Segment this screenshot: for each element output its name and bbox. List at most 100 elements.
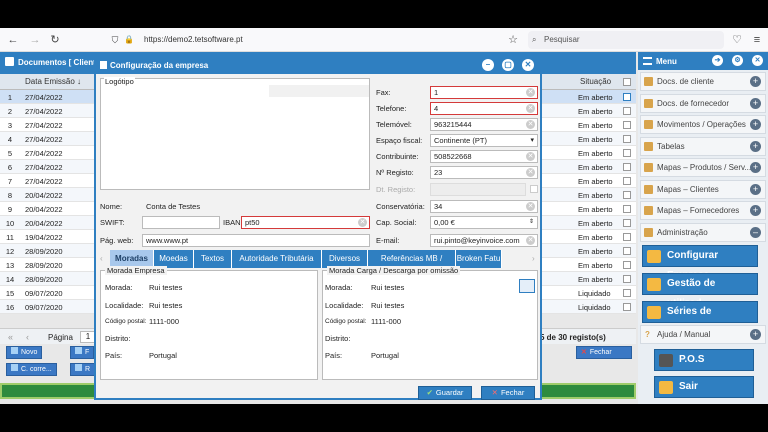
iban-field[interactable]: pt50 ✕ <box>241 216 370 229</box>
document-series-button[interactable]: Séries de Docume... <box>642 301 758 337</box>
addr2-morada-value[interactable]: Rui testes <box>371 283 404 292</box>
lock-icon[interactable]: 🔒 <box>122 33 136 47</box>
menu-item[interactable]: Docs. de cliente + <box>640 72 766 91</box>
row-checkbox[interactable] <box>623 149 631 157</box>
browser-search-input[interactable]: ⌕ Pesquisar <box>528 31 724 49</box>
row-checkbox[interactable] <box>623 303 631 311</box>
tab-3[interactable]: Autoridade Tributária <box>232 250 322 268</box>
row-checkbox[interactable] <box>623 163 631 171</box>
clear-fax-icon[interactable]: ✕ <box>526 88 535 97</box>
menu-item[interactable]: Movimentos / Operações + <box>640 115 766 134</box>
configure-company-button[interactable]: Configurar Empresa <box>642 245 758 281</box>
reg-field[interactable]: 23 ✕ <box>430 166 538 179</box>
select-all-checkbox[interactable] <box>623 78 631 86</box>
tab-2[interactable]: Textos <box>194 250 232 268</box>
r-icon <box>75 364 82 371</box>
exit-button[interactable]: Sair <box>654 376 754 398</box>
web-field[interactable]: www.www.pt <box>142 234 370 247</box>
swift-field[interactable] <box>142 216 220 229</box>
row-status: Em aberto <box>578 205 613 214</box>
mobile-field[interactable]: 963215444 ✕ <box>430 118 538 131</box>
menu-item[interactable]: Administração – <box>640 222 766 242</box>
row-checkbox[interactable] <box>623 177 631 185</box>
spinner-icon[interactable]: ⇕ <box>529 217 534 228</box>
addr1-local-value[interactable]: Rui testes <box>149 301 182 310</box>
taxpayer-field[interactable]: 508522668 ✕ <box>430 150 538 163</box>
menu-item[interactable]: Tabelas + <box>640 136 766 156</box>
clear-email-icon[interactable]: ✕ <box>526 236 535 245</box>
dialog-close-icon[interactable]: ✕ <box>522 59 534 71</box>
menu-item[interactable]: Mapas – Clientes + <box>640 179 766 199</box>
menu-item[interactable]: Docs. de fornecedor + <box>640 93 766 113</box>
shield-icon[interactable]: ⛉ <box>108 33 122 47</box>
row-checkbox[interactable] <box>623 121 631 129</box>
regdate-checkbox[interactable] <box>530 185 538 193</box>
tabs-prev-icon[interactable]: ‹ <box>100 254 103 263</box>
clear-mobile-icon[interactable]: ✕ <box>526 120 535 129</box>
col-date[interactable]: Data Emissão ↓ <box>25 77 81 86</box>
clear-reg-icon[interactable]: ✕ <box>526 168 535 177</box>
col-status[interactable]: Situação <box>580 77 611 86</box>
save-button[interactable]: ✔ Guardar <box>418 386 472 400</box>
row-checkbox[interactable] <box>623 219 631 227</box>
row-status: Em aberto <box>578 247 613 256</box>
menu-item-help[interactable]: ? Ajuda / Manual + <box>640 325 766 344</box>
tel-field[interactable]: 4 ✕ <box>430 102 538 115</box>
capital-field[interactable]: 0,00 € ⇕ <box>430 216 538 229</box>
row-checkbox[interactable] <box>623 205 631 213</box>
menu-close-icon[interactable]: ✕ <box>752 55 763 66</box>
f-button[interactable]: F <box>70 346 95 359</box>
fax-field[interactable]: 1 ✕ <box>430 86 538 99</box>
correct-button[interactable]: C. corre... <box>6 363 57 376</box>
logo-box[interactable]: Logótipo <box>100 77 370 190</box>
menu-item[interactable]: Mapas – Fornecedores + <box>640 201 766 220</box>
tabs-next-icon[interactable]: › <box>532 254 535 263</box>
row-checkbox[interactable] <box>623 247 631 255</box>
reload-icon[interactable]: ↻ <box>48 33 62 47</box>
row-checkbox[interactable] <box>623 135 631 143</box>
row-checkbox[interactable] <box>623 233 631 241</box>
first-page-icon[interactable]: « <box>8 332 13 342</box>
addr2-local-value[interactable]: Rui testes <box>371 301 404 310</box>
url-bar[interactable]: https://demo2.tetsoftware.pt <box>144 32 536 48</box>
user-management-button[interactable]: Gestão de utilizad... <box>642 273 758 309</box>
addr1-pais-value[interactable]: Portugal <box>149 351 177 360</box>
menu-settings-icon[interactable]: ⚙ <box>732 55 743 66</box>
clear-tel-icon[interactable]: ✕ <box>526 104 535 113</box>
addr2-cp-value[interactable]: 1111-000 <box>371 317 401 326</box>
forward-icon[interactable]: → <box>28 33 42 47</box>
addr1-cp-value[interactable]: 1111-000 <box>149 317 179 326</box>
conserv-field[interactable]: 34 ✕ <box>430 200 538 213</box>
back-icon[interactable]: ← <box>6 33 20 47</box>
row-checkbox[interactable] <box>623 93 631 101</box>
menu-item[interactable]: Mapas – Produtos / Serv... + <box>640 158 766 177</box>
fiscal-select[interactable]: Continente (PT) ▾ <box>430 134 538 147</box>
clear-taxpayer-icon[interactable]: ✕ <box>526 152 535 161</box>
tab-6[interactable]: Broken Fatu <box>456 250 502 268</box>
row-checkbox[interactable] <box>623 107 631 115</box>
clear-iban-icon[interactable]: ✕ <box>358 218 367 227</box>
addr1-morada-value[interactable]: Rui testes <box>149 283 182 292</box>
name-field[interactable]: Conta de Testes <box>142 200 370 213</box>
row-checkbox[interactable] <box>623 289 631 297</box>
menu-forward-icon[interactable]: ➔ <box>712 55 723 66</box>
clear-conserv-icon[interactable]: ✕ <box>526 202 535 211</box>
email-field[interactable]: rui.pinto@keyinvoice.com ✕ <box>430 234 538 247</box>
row-checkbox[interactable] <box>623 275 631 283</box>
regdate-field[interactable] <box>430 183 526 196</box>
row-checkbox[interactable] <box>623 261 631 269</box>
copy-address-icon[interactable] <box>519 279 535 293</box>
new-button[interactable]: Novo <box>6 346 43 359</box>
dialog-minimize-icon[interactable]: – <box>482 59 494 71</box>
r-button[interactable]: R <box>70 363 96 376</box>
pos-button[interactable]: P.O.S <box>654 349 754 371</box>
row-checkbox[interactable] <box>623 191 631 199</box>
dialog-close-button[interactable]: ✕ Fechar <box>481 386 535 400</box>
bookmark-star-icon[interactable]: ☆ <box>506 33 520 47</box>
app-menu-icon[interactable]: ≡ <box>750 33 764 47</box>
prev-page-icon[interactable]: ‹ <box>26 332 29 342</box>
documents-close-button[interactable]: ✕ Fechar <box>576 346 632 359</box>
addr2-pais-value[interactable]: Portugal <box>371 351 399 360</box>
pocket-icon[interactable]: ♡ <box>730 33 744 47</box>
dialog-restore-icon[interactable]: ▢ <box>502 59 514 71</box>
